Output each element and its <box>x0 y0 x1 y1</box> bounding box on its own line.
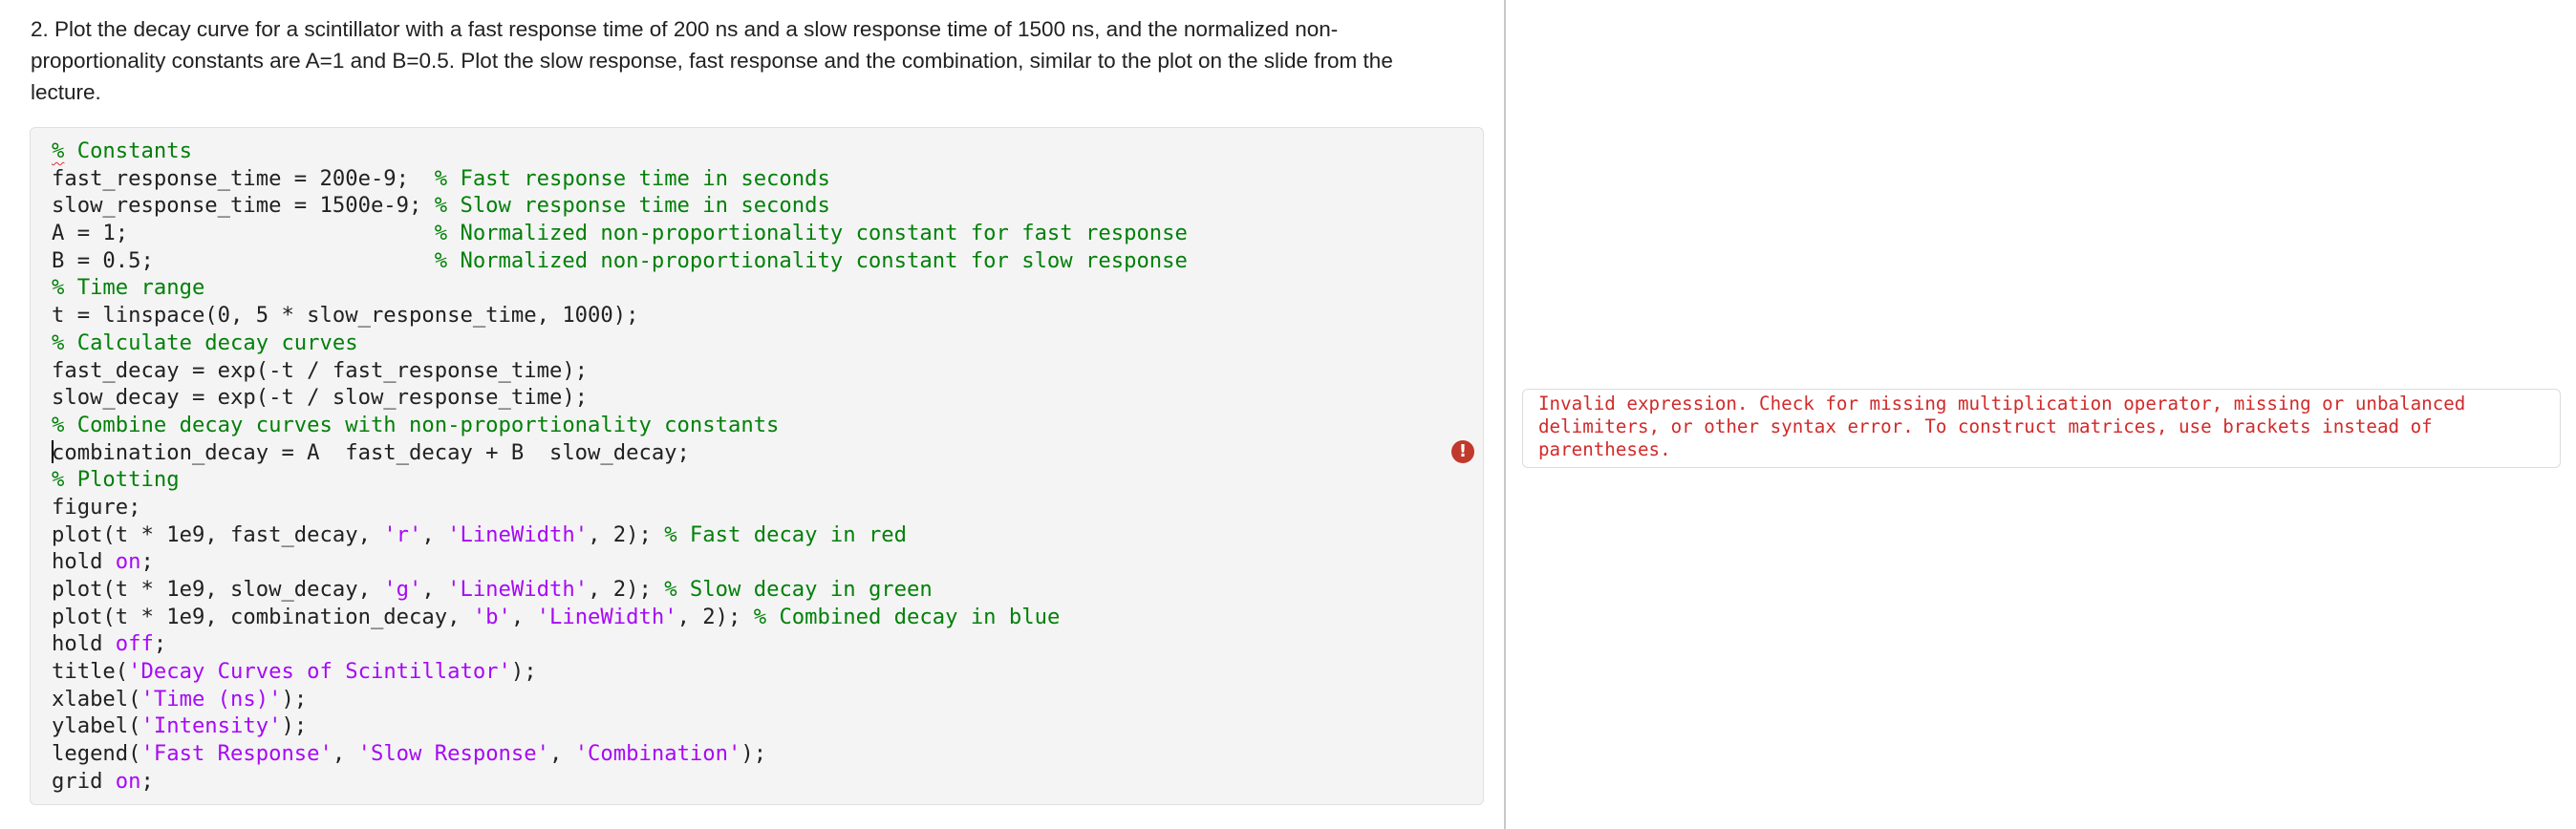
code-text: ; <box>153 631 167 657</box>
code-text: plot(t * 1e9, combination_decay, <box>52 604 473 629</box>
code-string: 'Combination' <box>574 741 741 767</box>
code-line[interactable]: B = 0.5; % Normalized non-proportionalit… <box>52 247 1188 275</box>
code-text: B = 0.5; <box>52 247 435 273</box>
code-keyword: off <box>115 631 154 657</box>
code-line[interactable]: fast_response_time = 200e-9; % Fast resp… <box>52 165 1188 193</box>
code-text: combination_decay = A fast_decay + B slo… <box>52 439 690 465</box>
code-string: 'LineWidth' <box>447 577 589 602</box>
code-line[interactable]: plot(t * 1e9, combination_decay, 'b', 'L… <box>52 604 1188 631</box>
code-text: , 2); <box>588 521 665 547</box>
code-text: t = linspace(0, 5 * slow_response_time, … <box>52 303 639 329</box>
code-string: 'r' <box>383 521 422 547</box>
code-comment: % Slow decay in green <box>664 577 933 602</box>
code-string: 'Slow Response' <box>357 741 549 767</box>
code-comment: % Calculate decay curves <box>52 329 358 355</box>
code-line[interactable]: % Combine decay curves with non-proporti… <box>52 412 1188 439</box>
code-line[interactable]: hold off; <box>52 630 1188 658</box>
code-comment: % Fast decay in red <box>664 521 908 547</box>
code-text: grid <box>52 768 116 794</box>
code-keyword: on <box>115 768 141 794</box>
code-text: title( <box>52 659 129 685</box>
spellcheck-squiggle: % <box>52 138 65 163</box>
code-line[interactable]: % Calculate decay curves <box>52 329 1188 357</box>
code-text: figure; <box>52 494 141 520</box>
code-line[interactable]: plot(t * 1e9, fast_decay, 'r', 'LineWidt… <box>52 521 1188 549</box>
code-text: xlabel( <box>52 686 141 712</box>
code-comment: % Combined decay in blue <box>753 604 1061 629</box>
code-text: ; <box>140 549 154 575</box>
code-line[interactable]: % Plotting <box>52 466 1188 494</box>
code-line[interactable]: plot(t * 1e9, slow_decay, 'g', 'LineWidt… <box>52 576 1188 604</box>
code-text: fast_decay = exp(-t / fast_response_time… <box>52 357 589 383</box>
error-message-box: Invalid expression. Check for missing mu… <box>1522 389 2561 468</box>
code-line-error[interactable]: combination_decay = A fast_decay + B slo… <box>52 439 1188 467</box>
code-comment: Constants <box>64 138 192 163</box>
code-string: 'g' <box>383 577 422 602</box>
code-text: ); <box>281 686 308 712</box>
code-keyword: on <box>115 549 141 575</box>
code-line[interactable]: % Time range <box>52 274 1188 302</box>
code-comment: % Plotting <box>52 467 180 493</box>
code-string: 'LineWidth' <box>447 521 589 547</box>
code-line[interactable]: t = linspace(0, 5 * slow_response_time, … <box>52 302 1188 329</box>
code-comment: % Slow response time in seconds <box>434 193 830 219</box>
code-string: 'b' <box>472 604 511 629</box>
output-pane: Invalid expression. Check for missing mu… <box>1506 0 2576 829</box>
code-text: , <box>421 577 448 602</box>
code-line[interactable]: A = 1; % Normalized non-proportionality … <box>52 220 1188 247</box>
code-line[interactable]: % Constants <box>52 138 1188 165</box>
code-line[interactable]: slow_decay = exp(-t / slow_response_time… <box>52 384 1188 412</box>
code-text: ); <box>510 659 537 685</box>
code-comment: % Normalized non-proportionality constan… <box>434 221 1188 246</box>
code-comment: % Time range <box>52 275 205 301</box>
code-text: hold <box>52 549 116 575</box>
code-string: 'Decay Curves of Scintillator' <box>128 659 511 685</box>
code-line[interactable]: xlabel('Time (ns)'); <box>52 686 1188 713</box>
code-text: , <box>510 604 537 629</box>
code-comment: % Combine decay curves with non-proporti… <box>52 412 780 437</box>
code-text: , <box>332 741 358 767</box>
code-text: ; <box>140 768 154 794</box>
code-string: 'LineWidth' <box>536 604 677 629</box>
code-line[interactable]: fast_decay = exp(-t / fast_response_time… <box>52 357 1188 385</box>
code-line[interactable]: hold on; <box>52 548 1188 576</box>
code-text: , <box>548 741 575 767</box>
code-lines[interactable]: % Constants fast_response_time = 200e-9; … <box>52 138 1188 796</box>
code-text: slow_response_time = 1500e-9; <box>52 193 435 219</box>
code-text: A = 1; <box>52 221 435 246</box>
code-comment: % Normalized non-proportionality constan… <box>434 247 1188 273</box>
code-line[interactable]: legend('Fast Response', 'Slow Response',… <box>52 740 1188 768</box>
error-exclamation-icon[interactable]: ! <box>1451 440 1474 463</box>
code-editor[interactable]: % Constants fast_response_time = 200e-9; … <box>30 127 1484 805</box>
code-string: 'Intensity' <box>140 713 282 739</box>
code-line[interactable]: ylabel('Intensity'); <box>52 712 1188 740</box>
question-text: 2. Plot the decay curve for a scintillat… <box>31 17 1393 104</box>
code-line[interactable]: title('Decay Curves of Scintillator'); <box>52 658 1188 686</box>
code-string: 'Fast Response' <box>140 741 333 767</box>
code-line[interactable]: figure; <box>52 494 1188 521</box>
code-string: 'Time (ns)' <box>140 686 282 712</box>
code-text: , <box>421 521 448 547</box>
code-text: ylabel( <box>52 713 141 739</box>
code-text: ); <box>741 741 767 767</box>
code-text: , 2); <box>676 604 754 629</box>
code-text: fast_response_time = 200e-9; <box>52 165 435 191</box>
code-text: plot(t * 1e9, slow_decay, <box>52 577 384 602</box>
code-comment: % Fast response time in seconds <box>434 165 830 191</box>
code-line[interactable]: slow_response_time = 1500e-9; % Slow res… <box>52 192 1188 220</box>
code-text: , 2); <box>588 577 665 602</box>
live-script-pane: 2. Plot the decay curve for a scintillat… <box>0 0 1505 829</box>
code-line[interactable]: grid on; <box>52 768 1188 796</box>
code-text: legend( <box>52 741 141 767</box>
code-text: plot(t * 1e9, fast_decay, <box>52 521 384 547</box>
code-text: slow_decay = exp(-t / slow_response_time… <box>52 385 589 411</box>
error-message: Invalid expression. Check for missing mu… <box>1538 393 2466 460</box>
code-text: hold <box>52 631 116 657</box>
code-text: ); <box>281 713 308 739</box>
